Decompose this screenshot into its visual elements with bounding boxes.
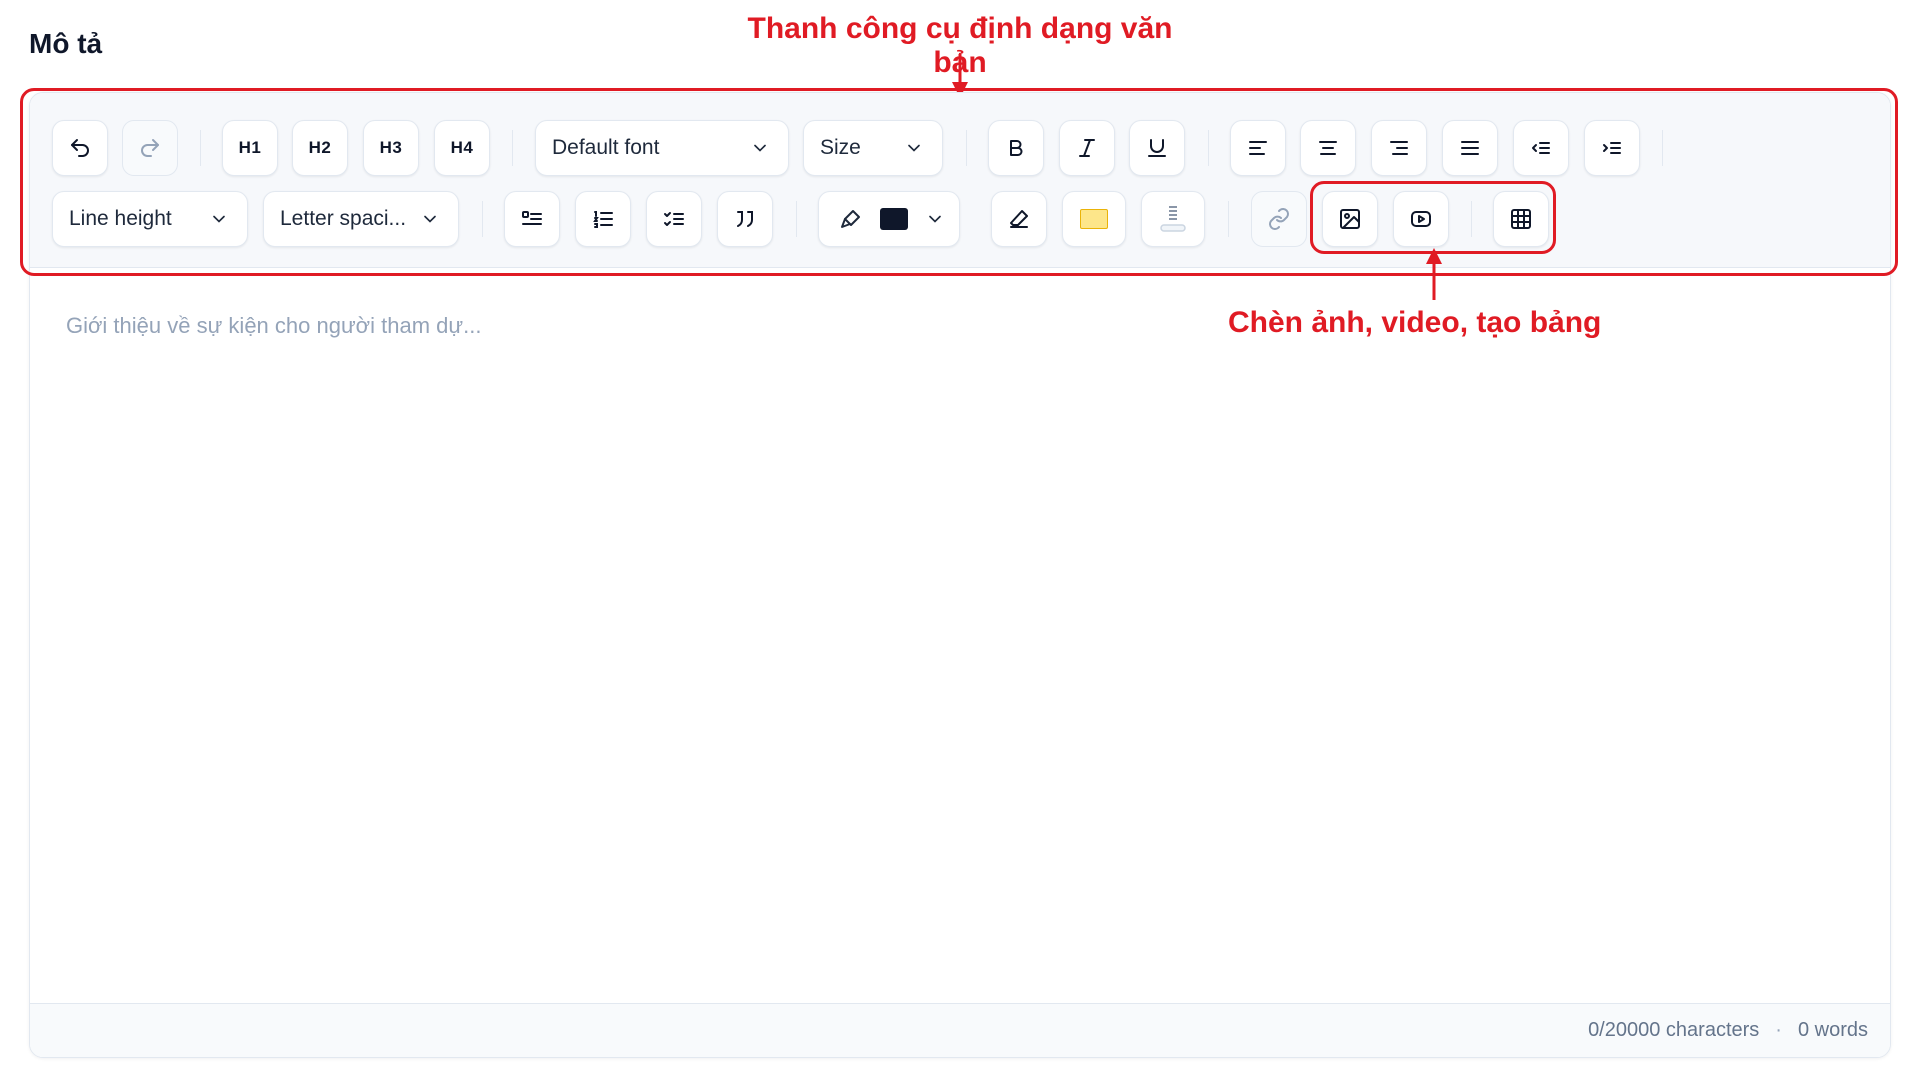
quote-button[interactable]: [717, 191, 773, 247]
toolbar-row-1: H1 H2 H3 H4 Default font Size: [30, 120, 1890, 176]
section-title: Mô tả: [29, 28, 103, 59]
align-right-icon: [1390, 141, 1408, 155]
toolbar-separator: [1471, 201, 1472, 237]
underline-button[interactable]: [1129, 120, 1185, 176]
text-background-icon: [1160, 206, 1186, 232]
annotation-arrow-up: [1426, 248, 1442, 300]
formatting-toolbar: H1 H2 H3 H4 Default font Size Line heigh…: [30, 93, 1890, 268]
ordered-list-icon: [593, 211, 613, 228]
editor-footer: 0/20000 characters · 0 words: [30, 1003, 1890, 1057]
bold-icon: [1010, 140, 1023, 156]
link-icon: [1269, 208, 1289, 230]
description-placeholder[interactable]: Giới thiệu về sự kiện cho người tham dự.…: [66, 313, 481, 339]
rich-text-editor: H1 H2 H3 H4 Default font Size Line heigh…: [29, 92, 1891, 1058]
undo-button[interactable]: [52, 120, 108, 176]
character-count: 0/20000 characters: [1588, 1019, 1760, 1041]
align-left-button[interactable]: [1230, 120, 1286, 176]
link-button[interactable]: [1251, 191, 1307, 247]
toolbar-separator: [1208, 130, 1209, 166]
letter-spacing-value: Letter spaci...: [280, 207, 407, 230]
toolbar-separator: [512, 130, 513, 166]
bullet-list-icon: [522, 211, 542, 225]
indent-button[interactable]: [1584, 120, 1640, 176]
task-list-icon: [664, 212, 684, 226]
toolbar-separator: [1228, 201, 1229, 237]
undo-icon: [71, 139, 89, 157]
bullet-list-button[interactable]: [504, 191, 560, 247]
image-icon: [1340, 209, 1360, 229]
ordered-list-button[interactable]: [575, 191, 631, 247]
toolbar-separator: [1662, 130, 1663, 166]
clear-format-button[interactable]: [991, 191, 1047, 247]
heading-1-button[interactable]: H1: [222, 120, 278, 176]
toolbar-separator: [796, 201, 797, 237]
heading-4-label: H4: [450, 138, 474, 157]
heading-4-button[interactable]: H4: [434, 120, 490, 176]
line-height-value: Line height: [69, 207, 172, 230]
chevron-down-icon: [754, 144, 766, 152]
toolbar-separator: [482, 201, 483, 237]
italic-button[interactable]: [1059, 120, 1115, 176]
align-justify-button[interactable]: [1442, 120, 1498, 176]
toolbar-row-2: Line height Letter spaci...: [30, 191, 1890, 247]
chevron-down-icon: [213, 215, 225, 223]
text-color-swatch: [880, 208, 908, 230]
line-height-select[interactable]: Line height: [52, 191, 248, 247]
text-color-picker[interactable]: [818, 191, 960, 247]
highlight-color-button[interactable]: [1062, 191, 1126, 247]
footer-separator: ·: [1775, 1019, 1782, 1041]
align-justify-icon: [1461, 141, 1479, 155]
video-icon: [1411, 211, 1431, 227]
italic-icon: [1079, 139, 1095, 157]
heading-2-label: H2: [308, 138, 332, 157]
table-icon: [1511, 209, 1531, 229]
paint-brush-icon: [841, 210, 860, 228]
insert-annotation: Chèn ảnh, video, tạo bảng: [1228, 306, 1602, 339]
task-list-button[interactable]: [646, 191, 702, 247]
insert-table-button[interactable]: [1493, 191, 1549, 247]
align-center-icon: [1319, 141, 1337, 155]
indent-icon: [1603, 142, 1621, 154]
heading-1-label: H1: [238, 138, 262, 157]
underline-icon: [1148, 139, 1166, 157]
toolbar-separator: [966, 130, 967, 166]
outdent-icon: [1532, 142, 1550, 154]
quote-icon: [737, 211, 753, 227]
page: Mô tả Thanh công cụ định dạng văn bản H1…: [0, 0, 1920, 1091]
align-left-icon: [1249, 141, 1267, 155]
redo-button[interactable]: [122, 120, 178, 176]
font-family-select[interactable]: Default font: [535, 120, 789, 176]
chevron-down-icon: [908, 144, 920, 152]
eraser-icon: [1010, 210, 1028, 228]
font-size-select[interactable]: Size: [803, 120, 943, 176]
heading-3-label: H3: [379, 138, 403, 157]
align-right-button[interactable]: [1371, 120, 1427, 176]
toolbar-separator: [200, 130, 201, 166]
highlight-icon: [1080, 209, 1108, 229]
chevron-down-icon: [929, 215, 941, 223]
text-background-button[interactable]: [1141, 191, 1205, 247]
font-family-value: Default font: [552, 136, 660, 159]
heading-2-button[interactable]: H2: [292, 120, 348, 176]
font-size-value: Size: [820, 136, 861, 159]
word-count: 0 words: [1797, 1019, 1868, 1041]
letter-spacing-select[interactable]: Letter spaci...: [263, 191, 459, 247]
outdent-button[interactable]: [1513, 120, 1569, 176]
bold-button[interactable]: [988, 120, 1044, 176]
insert-video-button[interactable]: [1393, 191, 1449, 247]
redo-icon: [141, 139, 159, 157]
chevron-down-icon: [424, 215, 436, 223]
heading-3-button[interactable]: H3: [363, 120, 419, 176]
insert-image-button[interactable]: [1322, 191, 1378, 247]
align-center-button[interactable]: [1300, 120, 1356, 176]
